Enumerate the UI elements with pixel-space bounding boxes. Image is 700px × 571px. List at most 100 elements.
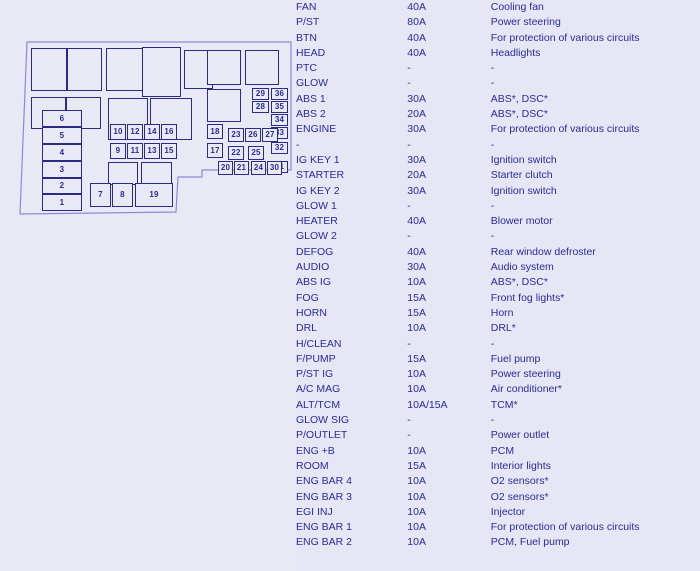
fuse-name-cell: F/PUMP xyxy=(296,352,336,365)
relay-slot-relay-n[interactable] xyxy=(207,89,241,122)
fuse-name-cell: IG KEY 1 xyxy=(296,153,340,166)
fuse-slot-17[interactable]: 17 xyxy=(207,143,223,158)
fuse-amperage-cell: 30A xyxy=(407,123,426,136)
fuse-description-cell: O2 sensors* xyxy=(490,475,549,488)
fuse-amperage-cell: - xyxy=(407,429,411,442)
fuse-amperage-cell: 10A xyxy=(407,475,426,488)
fuse-slot-34[interactable]: 34 xyxy=(271,114,288,126)
fuse-amperage-cell: 10A xyxy=(407,505,426,518)
table-row: ROOM 15A Interior lights xyxy=(296,459,700,474)
fuse-slot-30[interactable]: 30 xyxy=(267,161,282,175)
table-row: --- xyxy=(296,138,700,153)
fuse-amperage-cell: 40A xyxy=(407,46,426,59)
table-row: GLOW SIG - - xyxy=(296,413,700,428)
fuse-description-cell: Ignition switch xyxy=(490,184,557,197)
fuse-slot-24[interactable]: 24 xyxy=(251,161,266,175)
fuse-slot-36[interactable]: 36 xyxy=(271,88,288,100)
fuse-description-cell: Air conditioner* xyxy=(490,383,562,396)
fuse-slot-4[interactable]: 4 xyxy=(42,144,82,161)
fuse-amperage-cell: - xyxy=(407,62,411,75)
fuse-name-cell: GLOW 1 xyxy=(296,199,337,212)
table-row: STARTER 20A Starter clutch xyxy=(296,168,700,183)
fuse-slot-3[interactable]: 3 xyxy=(42,161,82,178)
fuse-slot-20[interactable]: 20 xyxy=(218,161,233,175)
table-row: HORN 15A Horn xyxy=(296,306,700,321)
fuse-description-cell: PCM, Fuel pump xyxy=(490,536,570,549)
fuse-slot-22[interactable]: 22 xyxy=(228,146,244,160)
fuse-name-cell: P/ST IG xyxy=(296,368,334,381)
relay-slot-relay-b[interactable] xyxy=(67,48,102,91)
table-row: FAN 40A Cooling fan xyxy=(296,0,700,15)
fuse-name-cell: GLOW xyxy=(296,77,329,90)
fuse-slot-13[interactable]: 13 xyxy=(144,143,160,159)
fuse-amperage-cell: 20A xyxy=(407,169,426,182)
fuse-slot-9[interactable]: 9 xyxy=(110,143,126,159)
table-row: ENG BAR 2 10A PCM, Fuel pump xyxy=(296,535,700,550)
fuse-slot-23[interactable]: 23 xyxy=(228,128,244,142)
fuse-slot-6[interactable]: 6 xyxy=(42,110,82,127)
fuse-description-cell: Power steering xyxy=(490,368,561,381)
relay-slot-relay-d[interactable] xyxy=(142,47,181,97)
table-row: ENG +B 10A PCM xyxy=(296,444,700,459)
fuse-slot-26[interactable]: 26 xyxy=(245,128,261,142)
fuse-slot-7[interactable]: 7 xyxy=(90,183,111,207)
relay-slot-relay-j[interactable] xyxy=(108,162,138,185)
fuse-slot-35[interactable]: 35 xyxy=(271,101,288,113)
fuse-name-cell: ENGINE xyxy=(296,123,337,136)
relay-slot-relay-l[interactable] xyxy=(207,50,241,85)
relay-slot-relay-a[interactable] xyxy=(31,48,67,91)
fuse-amperage-cell: 15A xyxy=(407,291,426,304)
fuse-description-cell: - xyxy=(490,62,495,75)
fuse-description-cell: PCM xyxy=(490,444,515,457)
fuse-slot-16[interactable]: 16 xyxy=(161,124,177,140)
fuse-description-cell: Power steering xyxy=(490,16,561,29)
fuse-description-cell: Blower motor xyxy=(490,215,553,228)
table-row: ENG BAR 1 10A For protection of various ci… xyxy=(296,520,700,535)
fuse-amperage-cell: 15A xyxy=(407,352,426,365)
fuse-name-cell: P/ST xyxy=(296,16,320,29)
fuse-name-cell: ROOM xyxy=(296,459,329,472)
fuse-slot-2[interactable]: 2 xyxy=(42,178,82,194)
fuse-slot-5[interactable]: 5 xyxy=(42,127,82,144)
fuse-name-cell: HEAD xyxy=(296,46,326,59)
fuse-description-cell: Horn xyxy=(490,306,514,319)
relay-slot-relay-c[interactable] xyxy=(106,48,143,91)
fuse-slot-14[interactable]: 14 xyxy=(144,124,160,140)
fuse-description-cell: Rear window defroster xyxy=(490,245,596,258)
fuse-slot-15[interactable]: 15 xyxy=(161,143,177,159)
fuse-description-cell: For protection of various circuits xyxy=(490,521,640,534)
fuse-description-cell: - xyxy=(490,230,495,243)
table-row: GLOW 2 - - xyxy=(296,229,700,244)
fuse-slot-12[interactable]: 12 xyxy=(127,124,143,140)
fuse-box-diagram-panel: 6543211012141691113157819293628353433323… xyxy=(0,0,296,571)
relay-slot-relay-m[interactable] xyxy=(245,50,279,85)
fuse-description-cell: Starter clutch xyxy=(490,169,553,182)
fuse-amperage-cell: 10A xyxy=(407,368,426,381)
fuse-amperage-cell: - xyxy=(407,138,411,151)
fuse-slot-21[interactable]: 21 xyxy=(234,161,249,175)
fuse-slot-1[interactable]: 1 xyxy=(42,194,82,211)
fuse-amperage-cell: 30A xyxy=(407,184,426,197)
fuse-slot-25[interactable]: 25 xyxy=(248,146,264,160)
fuse-name-cell: H/CLEAN xyxy=(296,337,342,350)
fuse-slot-29[interactable]: 29 xyxy=(252,88,269,100)
fuse-name-cell: FOG xyxy=(296,291,319,304)
fuse-slot-19[interactable]: 19 xyxy=(135,183,173,207)
fuse-description-cell: - xyxy=(490,77,495,90)
fuse-amperage-cell: 10A xyxy=(407,490,426,503)
fuse-amperage-cell: 10A xyxy=(407,276,426,289)
fuse-slot-11[interactable]: 11 xyxy=(127,143,143,159)
fuse-name-cell: ENG BAR 4 xyxy=(296,475,353,488)
fuse-slot-28[interactable]: 28 xyxy=(252,101,269,113)
fuse-amperage-cell: 10A xyxy=(407,322,426,335)
relay-slot-relay-k[interactable] xyxy=(141,162,172,185)
fuse-slot-27[interactable]: 27 xyxy=(262,128,278,142)
fuse-slot-8[interactable]: 8 xyxy=(112,183,133,207)
fuse-slot-32[interactable]: 32 xyxy=(271,142,288,154)
fuse-slot-10[interactable]: 10 xyxy=(110,124,126,140)
table-row: FOG 15A Front fog lights* xyxy=(296,291,700,306)
fuse-name-cell: AUDIO xyxy=(296,261,330,274)
fuse-amperage-cell: 10A xyxy=(407,536,426,549)
fuse-amperage-cell: 10A xyxy=(407,444,426,457)
fuse-slot-18[interactable]: 18 xyxy=(207,124,223,139)
